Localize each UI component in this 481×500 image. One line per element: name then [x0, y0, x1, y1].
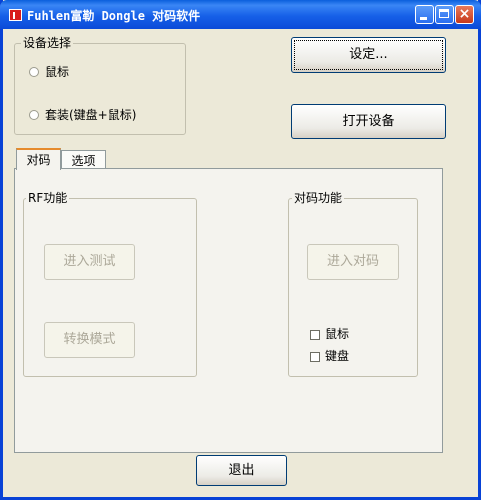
minimize-button[interactable]: [415, 5, 434, 24]
pair-group: 对码功能 进入对码 鼠标 键盘: [288, 190, 418, 377]
radio-combo[interactable]: [29, 110, 39, 120]
device-select-group: 设备选择 鼠标 套装(键盘+鼠标): [14, 35, 186, 135]
exit-button[interactable]: 退出: [196, 455, 287, 486]
maximize-button[interactable]: [435, 5, 454, 24]
checkbox-keyboard-label[interactable]: 键盘: [325, 348, 349, 364]
open-device-button[interactable]: 打开设备: [291, 104, 446, 139]
device-select-legend: 设备选择: [21, 35, 74, 51]
checkbox-mouse[interactable]: [310, 330, 320, 340]
radio-mouse-label[interactable]: 鼠标: [45, 64, 69, 80]
app-window: Fuhlen富勒 Dongle 对码软件 × 设备选择 鼠标 套装(键盘+鼠标)…: [0, 0, 481, 500]
settings-button[interactable]: 设定...: [291, 37, 446, 73]
tab-pairing[interactable]: 对码: [16, 148, 61, 170]
rf-legend: RF功能: [26, 190, 70, 206]
window-title: Fuhlen富勒 Dongle 对码软件: [27, 9, 201, 23]
tab-panel: RF功能 进入测试 转换模式 对码功能 进入对码 鼠标 键盘: [14, 168, 443, 453]
enter-test-button[interactable]: 进入测试: [44, 244, 135, 280]
checkbox-mouse-label[interactable]: 鼠标: [325, 326, 349, 342]
radio-mouse[interactable]: [29, 67, 39, 77]
checkbox-keyboard[interactable]: [310, 352, 320, 362]
close-button[interactable]: ×: [455, 5, 474, 24]
enter-pair-button[interactable]: 进入对码: [307, 244, 399, 280]
close-icon: ×: [458, 6, 471, 22]
radio-combo-label[interactable]: 套装(键盘+鼠标): [45, 107, 136, 123]
switch-mode-button[interactable]: 转换模式: [44, 322, 135, 358]
title-bar[interactable]: Fuhlen富勒 Dongle 对码软件 ×: [0, 0, 481, 29]
app-icon: [9, 9, 22, 21]
pair-legend: 对码功能: [292, 190, 345, 206]
rf-group: RF功能 进入测试 转换模式: [23, 190, 197, 377]
